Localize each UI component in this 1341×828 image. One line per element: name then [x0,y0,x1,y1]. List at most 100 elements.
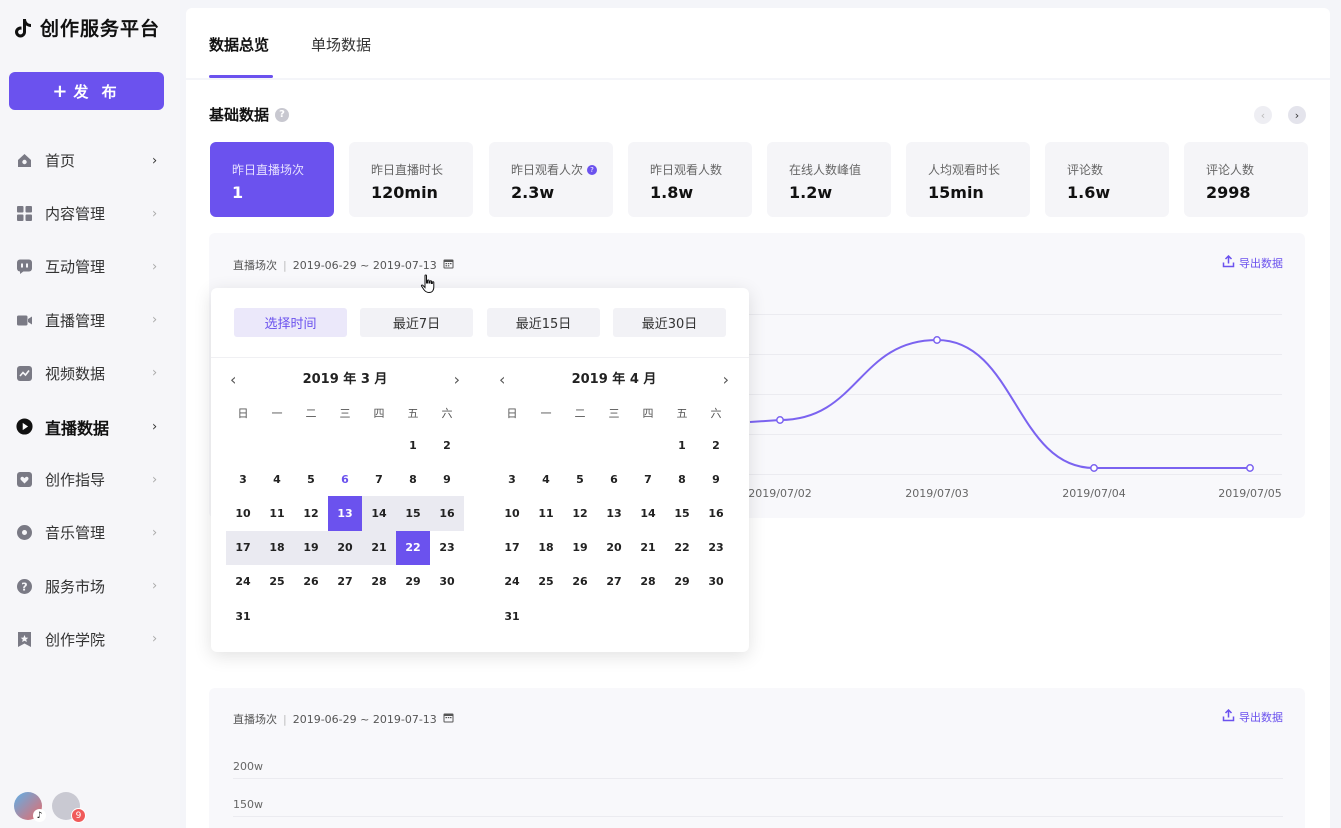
calendar-day[interactable]: 14 [631,496,665,530]
sidebar-item-video-data[interactable]: 视频数据 › [0,347,180,400]
publish-button[interactable]: + 发 布 [9,72,164,110]
calendar-day[interactable]: 26 [563,565,597,599]
calendar-day[interactable]: 24 [226,565,260,599]
calendar-day[interactable]: 20 [328,530,362,565]
calendar-day[interactable]: 3 [226,462,260,496]
calendar-day[interactable]: 6 [328,462,362,496]
calendar-day[interactable]: 28 [631,565,665,599]
calendar-icon[interactable] [443,258,454,272]
stat-card-commenters[interactable]: 评论人数 2998 [1184,142,1308,217]
calendar-day[interactable]: 5 [294,462,328,496]
calendar-day[interactable]: 9 [699,462,733,496]
calendar-day[interactable]: 18 [529,531,563,565]
calendar-day[interactable]: 12 [563,496,597,530]
preset-15-days[interactable]: 最近15日 [487,308,600,337]
sidebar-item-interaction[interactable]: 互动管理 › [0,240,180,293]
calendar-day[interactable]: 22 [396,530,430,565]
calendar-icon[interactable] [443,712,454,726]
stat-card-sessions[interactable]: 昨日直播场次 1 [210,142,334,217]
calendar-day[interactable]: 6 [597,462,631,496]
stat-card-duration[interactable]: 昨日直播时长 120min [349,142,473,217]
prev-month-icon[interactable]: ‹ [230,368,236,392]
avatar-secondary[interactable]: 9 [52,792,86,823]
calendar-day[interactable]: 17 [495,531,529,565]
export-button[interactable]: 导出数据 [1222,708,1283,725]
calendar-day[interactable]: 7 [362,462,396,496]
calendar-day[interactable]: 23 [699,531,733,565]
calendar-day[interactable]: 19 [294,530,328,565]
preset-custom[interactable]: 选择时间 [234,308,347,337]
date-range-picker[interactable]: 2019-06-29 ~ 2019-07-13 [293,713,437,726]
preset-7-days[interactable]: 最近7日 [360,308,473,337]
calendar-day[interactable]: 8 [396,462,430,496]
calendar-day[interactable]: 29 [665,565,699,599]
export-button[interactable]: 导出数据 [1222,254,1283,271]
stat-card-viewers[interactable]: 昨日观看人数 1.8w [628,142,752,217]
calendar-day[interactable]: 14 [362,496,396,531]
sidebar-item-academy[interactable]: 创作学院 › [0,613,180,666]
calendar-day[interactable]: 1 [665,428,699,462]
calendar-day[interactable]: 5 [563,462,597,496]
calendar-day[interactable]: 24 [495,565,529,599]
calendar-day[interactable]: 13 [597,496,631,530]
app-logo[interactable]: 创作服务平台 [12,14,160,41]
prev-month-icon[interactable]: ‹ [499,368,505,392]
calendar-day[interactable]: 19 [563,531,597,565]
calendar-day[interactable]: 28 [362,565,396,599]
calendar-day[interactable]: 27 [597,565,631,599]
preset-30-days[interactable]: 最近30日 [613,308,726,337]
stat-card-comments[interactable]: 评论数 1.6w [1045,142,1169,217]
calendar-day[interactable]: 16 [699,496,733,530]
stat-card-avg-watch[interactable]: 人均观看时长 15min [906,142,1030,217]
calendar-day[interactable]: 31 [226,599,260,633]
calendar-day[interactable]: 29 [396,565,430,599]
sidebar-item-live-manage[interactable]: 直播管理 › [0,294,180,347]
info-icon[interactable]: ? [587,164,598,175]
prev-page-button[interactable]: ‹ [1254,106,1272,124]
calendar-day[interactable]: 15 [665,496,699,530]
calendar-day[interactable]: 9 [430,462,464,496]
sidebar-item-home[interactable]: 首页 › [0,134,180,187]
calendar-day[interactable]: 2 [699,428,733,462]
calendar-day[interactable]: 1 [396,428,430,462]
calendar-day[interactable]: 22 [665,531,699,565]
calendar-day[interactable]: 21 [362,530,396,565]
tab-single-session[interactable]: 单场数据 [311,34,371,55]
sidebar-item-music[interactable]: 音乐管理 › [0,506,180,559]
stat-card-peak-online[interactable]: 在线人数峰值 1.2w [767,142,891,217]
calendar-day[interactable]: 21 [631,531,665,565]
calendar-day[interactable]: 30 [430,565,464,599]
calendar-day[interactable]: 18 [260,530,294,565]
calendar-day[interactable]: 2 [430,428,464,462]
next-page-button[interactable]: › [1288,106,1306,124]
calendar-day[interactable]: 31 [495,599,529,633]
calendar-day[interactable]: 17 [226,530,260,565]
calendar-day[interactable]: 4 [260,462,294,496]
calendar-day[interactable]: 25 [529,565,563,599]
calendar-day[interactable]: 26 [294,565,328,599]
sidebar-item-guidance[interactable]: 创作指导 › [0,453,180,506]
calendar-day[interactable]: 11 [260,496,294,530]
calendar-day[interactable]: 27 [328,565,362,599]
calendar-day[interactable]: 13 [328,496,362,531]
calendar-day[interactable]: 25 [260,565,294,599]
next-month-icon[interactable]: › [723,368,729,392]
calendar-day[interactable]: 23 [430,531,464,565]
tab-overview[interactable]: 数据总览 [209,34,269,55]
next-month-icon[interactable]: › [454,368,460,392]
stat-card-views[interactable]: 昨日观看人次? 2.3w [489,142,613,217]
calendar-day[interactable]: 11 [529,496,563,530]
avatar[interactable]: ♪ [14,792,46,822]
help-icon[interactable]: ? [275,107,290,122]
calendar-day[interactable]: 20 [597,531,631,565]
date-range-picker[interactable]: 2019-06-29 ~ 2019-07-13 [293,259,437,272]
sidebar-item-live-data[interactable]: 直播数据 › [0,400,180,453]
calendar-day[interactable]: 7 [631,462,665,496]
calendar-day[interactable]: 12 [294,496,328,530]
sidebar-item-content[interactable]: 内容管理 › [0,187,180,240]
calendar-day[interactable]: 10 [226,496,260,530]
calendar-day[interactable]: 8 [665,462,699,496]
calendar-day[interactable]: 3 [495,462,529,496]
calendar-day[interactable]: 30 [699,565,733,599]
calendar-day[interactable]: 4 [529,462,563,496]
